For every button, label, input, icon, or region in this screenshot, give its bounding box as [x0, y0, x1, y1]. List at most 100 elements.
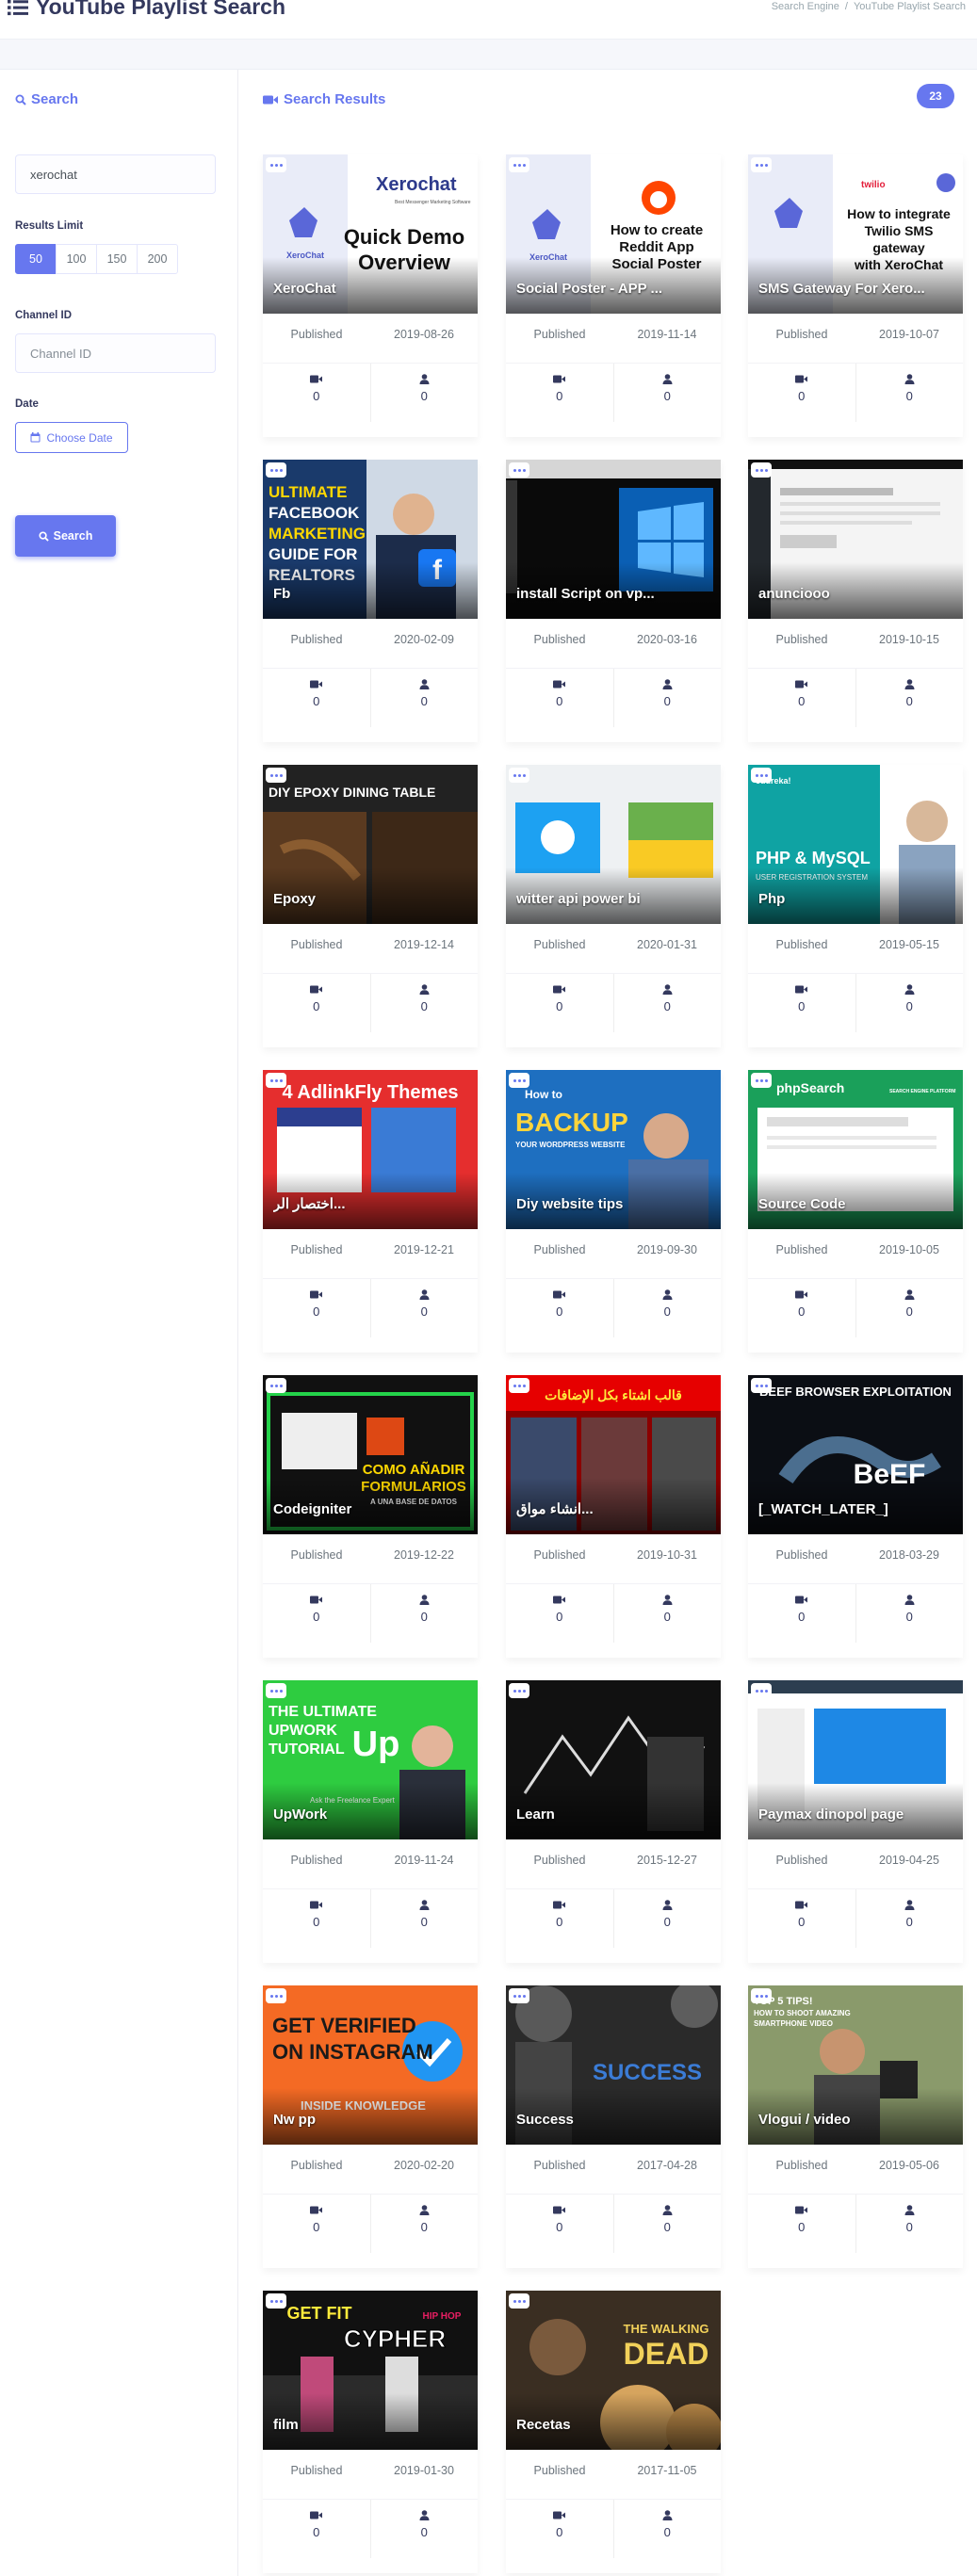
video-thumbnail[interactable]: قالب اشتاء بكل الإضافات انشاء مواق...	[506, 1375, 721, 1534]
video-title[interactable]: install Script on vp...	[516, 586, 713, 602]
video-thumbnail[interactable]: Xerochat Best Messenger Marketing Softwar…	[263, 154, 478, 314]
video-thumbnail[interactable]: How to BACKUP YOUR WORDPRESS WEBSITE Diy w…	[506, 1070, 721, 1229]
video-title[interactable]: UpWork	[273, 1806, 470, 1823]
limit-option-100[interactable]: 100	[56, 244, 97, 274]
result-card[interactable]: قالب اشتاء بكل الإضافات انشاء مواق... Pu…	[506, 1375, 721, 1658]
result-card[interactable]: phpSearch SEARCH ENGINE PLATFORM Source C…	[748, 1070, 963, 1353]
video-title[interactable]: XeroChat	[273, 281, 470, 297]
more-options-icon[interactable]	[751, 157, 772, 172]
video-thumbnail[interactable]: TOP 5 TIPS! HOW TO SHOOT AMAZING SMARTPHON…	[748, 1985, 963, 2145]
video-title[interactable]: [_WATCH_LATER_]	[758, 1501, 955, 1517]
result-card[interactable]: Learn Published 2015-12-27 0 0	[506, 1680, 721, 1963]
limit-option-150[interactable]: 150	[96, 244, 138, 274]
video-thumbnail[interactable]: THE WALKING DEAD Recetas	[506, 2291, 721, 2450]
result-card[interactable]: edureka!PHP & MySQLUSER REGISTRATION SYS…	[748, 765, 963, 1047]
result-card[interactable]: witter api power bi Published 2020-01-31…	[506, 765, 721, 1047]
video-thumbnail[interactable]: BEEF BROWSER EXPLOITATION BeEF [_WATCH_LA…	[748, 1375, 963, 1534]
more-options-icon[interactable]	[509, 2293, 529, 2309]
video-thumbnail[interactable]: GET VERIFIEDON INSTAGRAMINSIDE KNOWLEDGE…	[263, 1985, 478, 2145]
more-options-icon[interactable]	[751, 768, 772, 783]
more-options-icon[interactable]	[751, 1378, 772, 1393]
more-options-icon[interactable]	[509, 768, 529, 783]
video-title[interactable]: SMS Gateway For Xero...	[758, 281, 955, 297]
more-options-icon[interactable]	[266, 1988, 286, 2003]
video-title[interactable]: Social Poster - APP ...	[516, 281, 713, 297]
video-title[interactable]: witter api power bi	[516, 891, 713, 907]
video-title[interactable]: Source Code	[758, 1196, 955, 1212]
video-thumbnail[interactable]: 4 AdlinkFly Themes اختصار الر...	[263, 1070, 478, 1229]
result-card[interactable]: TOP 5 TIPS! HOW TO SHOOT AMAZING SMARTPHON…	[748, 1985, 963, 2268]
video-title[interactable]: Epoxy	[273, 891, 470, 907]
video-title[interactable]: Success	[516, 2112, 713, 2128]
result-card[interactable]: Xerochat Best Messenger Marketing Softwar…	[263, 154, 478, 437]
video-thumbnail[interactable]: edureka!PHP & MySQLUSER REGISTRATION SYS…	[748, 765, 963, 924]
more-options-icon[interactable]	[751, 1073, 772, 1088]
more-options-icon[interactable]	[509, 1073, 529, 1088]
result-card[interactable]: GET FIT CYPHER HIP HOP film Published 2019…	[263, 2291, 478, 2573]
limit-option-50[interactable]: 50	[15, 244, 57, 274]
more-options-icon[interactable]	[266, 1378, 286, 1393]
result-card[interactable]: THE ULTIMATEUPWORKTUTORIALUpAsk the Free…	[263, 1680, 478, 1963]
video-thumbnail[interactable]: COMO AÑADIRFORMULARIOSA UNA BASE DE DATO…	[263, 1375, 478, 1534]
video-thumbnail[interactable]: witter api power bi	[506, 765, 721, 924]
video-title[interactable]: anunciooo	[758, 586, 955, 602]
video-thumbnail[interactable]: twilioHow to integrateTwilio SMSgatewayw…	[748, 154, 963, 314]
video-title[interactable]: film	[273, 2417, 470, 2433]
result-card[interactable]: DIY EPOXY DINING TABLE Epoxy Published 2…	[263, 765, 478, 1047]
video-thumbnail[interactable]: fULTIMATEFACEBOOKMARKETINGGUIDE FORREALT…	[263, 460, 478, 619]
more-options-icon[interactable]	[509, 1988, 529, 2003]
search-button[interactable]: Search	[15, 515, 116, 557]
result-card[interactable]: anunciooo Published 2019-10-15 0 0	[748, 460, 963, 742]
video-title[interactable]: انشاء مواق...	[516, 1500, 713, 1517]
result-card[interactable]: How to createReddit AppSocial PosterXero…	[506, 154, 721, 437]
video-thumbnail[interactable]: Learn	[506, 1680, 721, 1839]
result-card[interactable]: 4 AdlinkFly Themes اختصار الر... Publish…	[263, 1070, 478, 1353]
video-title[interactable]: Learn	[516, 1806, 713, 1823]
more-options-icon[interactable]	[509, 157, 529, 172]
video-thumbnail[interactable]: phpSearch SEARCH ENGINE PLATFORM Source C…	[748, 1070, 963, 1229]
video-thumbnail[interactable]: anunciooo	[748, 460, 963, 619]
choose-date-button[interactable]: Choose Date	[15, 422, 128, 453]
result-card[interactable]: BEEF BROWSER EXPLOITATION BeEF [_WATCH_LA…	[748, 1375, 963, 1658]
result-card[interactable]: install Script on vp... Published 2020-0…	[506, 460, 721, 742]
result-card[interactable]: fULTIMATEFACEBOOKMARKETINGGUIDE FORREALT…	[263, 460, 478, 742]
result-card[interactable]: How to BACKUP YOUR WORDPRESS WEBSITE Diy w…	[506, 1070, 721, 1353]
result-card[interactable]: THE WALKING DEAD Recetas Published 2017-1…	[506, 2291, 721, 2573]
video-title[interactable]: Codeigniter	[273, 1501, 470, 1517]
video-title[interactable]: Vlogui / video	[758, 2112, 955, 2128]
more-options-icon[interactable]	[266, 1683, 286, 1698]
video-thumbnail[interactable]: install Script on vp...	[506, 460, 721, 619]
video-title[interactable]: Paymax dinopol page	[758, 1806, 955, 1823]
result-card[interactable]: COMO AÑADIRFORMULARIOSA UNA BASE DE DATO…	[263, 1375, 478, 1658]
video-thumbnail[interactable]: How to createReddit AppSocial PosterXero…	[506, 154, 721, 314]
breadcrumb-item-search-engine[interactable]: Search Engine	[772, 1, 839, 12]
channel-id-input[interactable]	[15, 333, 216, 373]
more-options-icon[interactable]	[266, 768, 286, 783]
video-thumbnail[interactable]: SUCCESS Success	[506, 1985, 721, 2145]
video-title[interactable]: Recetas	[516, 2417, 713, 2433]
more-options-icon[interactable]	[509, 462, 529, 478]
video-thumbnail[interactable]: DIY EPOXY DINING TABLE Epoxy	[263, 765, 478, 924]
more-options-icon[interactable]	[509, 1378, 529, 1393]
result-card[interactable]: Paymax dinopol page Published 2019-04-25…	[748, 1680, 963, 1963]
video-thumbnail[interactable]: Paymax dinopol page	[748, 1680, 963, 1839]
result-card[interactable]: SUCCESS Success Published 2017-04-28 0 0	[506, 1985, 721, 2268]
more-options-icon[interactable]	[751, 462, 772, 478]
video-title[interactable]: اختصار الر...	[273, 1195, 470, 1212]
more-options-icon[interactable]	[266, 157, 286, 172]
video-thumbnail[interactable]: GET FIT CYPHER HIP HOP film	[263, 2291, 478, 2450]
video-title[interactable]: Php	[758, 891, 955, 907]
more-options-icon[interactable]	[266, 1073, 286, 1088]
more-options-icon[interactable]	[266, 462, 286, 478]
more-options-icon[interactable]	[509, 1683, 529, 1698]
more-options-icon[interactable]	[751, 1683, 772, 1698]
video-title[interactable]: Diy website tips	[516, 1196, 713, 1212]
video-thumbnail[interactable]: THE ULTIMATEUPWORKTUTORIALUpAsk the Free…	[263, 1680, 478, 1839]
limit-option-200[interactable]: 200	[137, 244, 178, 274]
keyword-input[interactable]	[15, 154, 216, 194]
more-options-icon[interactable]	[751, 1988, 772, 2003]
more-options-icon[interactable]	[266, 2293, 286, 2309]
result-card[interactable]: GET VERIFIEDON INSTAGRAMINSIDE KNOWLEDGE…	[263, 1985, 478, 2268]
result-card[interactable]: twilioHow to integrateTwilio SMSgatewayw…	[748, 154, 963, 437]
video-title[interactable]: Nw pp	[273, 2112, 470, 2128]
